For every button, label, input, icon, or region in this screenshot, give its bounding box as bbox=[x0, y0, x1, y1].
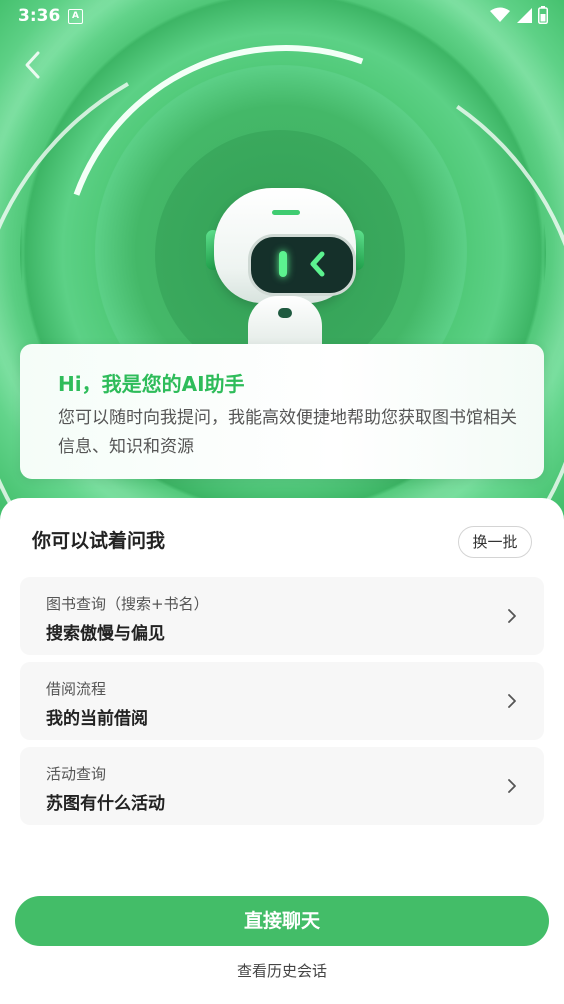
view-history-link[interactable]: 查看历史会话 bbox=[0, 960, 564, 981]
battery-icon bbox=[538, 6, 548, 24]
chevron-right-icon bbox=[508, 779, 516, 793]
robot-eye bbox=[310, 251, 325, 277]
suggestion-category: 借阅流程 bbox=[46, 680, 107, 698]
assistant-description: 您可以随时向我提问，我能高效便捷地帮助您获取图书馆相关信息、知识和资源 bbox=[58, 408, 517, 457]
robot-chest bbox=[278, 308, 292, 318]
suggestion-question: 我的当前借阅 bbox=[46, 709, 148, 729]
refresh-suggestions-button[interactable]: 换一批 bbox=[458, 526, 532, 558]
chevron-right-icon bbox=[508, 609, 516, 623]
status-time: 3:36 bbox=[18, 6, 61, 26]
wifi-icon bbox=[490, 7, 510, 22]
chevron-left-icon bbox=[25, 51, 40, 79]
suggestion-question: 搜索傲慢与偏见 bbox=[46, 624, 165, 644]
robot-face bbox=[248, 234, 356, 296]
chevron-right-icon bbox=[508, 694, 516, 708]
signal-icon bbox=[517, 8, 532, 23]
robot-eye bbox=[279, 251, 287, 277]
start-chat-button[interactable]: 直接聊天 bbox=[15, 896, 549, 946]
back-button[interactable] bbox=[18, 48, 48, 82]
suggestion-item[interactable]: 活动查询 苏图有什么活动 bbox=[20, 747, 544, 825]
assistant-greeting: Hi，我是您的AI助手 bbox=[58, 372, 245, 396]
suggestion-item[interactable]: 借阅流程 我的当前借阅 bbox=[20, 662, 544, 740]
suggestion-category: 活动查询 bbox=[46, 765, 107, 783]
notification-icon: A bbox=[68, 9, 83, 24]
suggestion-item[interactable]: 图书查询（搜索+书名） 搜索傲慢与偏见 bbox=[20, 577, 544, 655]
suggestion-question: 苏图有什么活动 bbox=[46, 794, 165, 814]
status-icons bbox=[490, 6, 548, 24]
assistant-intro-card: Hi，我是您的AI助手 您可以随时向我提问，我能高效便捷地帮助您获取图书馆相关信… bbox=[20, 344, 544, 479]
status-bar: 3:36 A bbox=[0, 0, 564, 32]
suggestion-category: 图书查询（搜索+书名） bbox=[46, 595, 209, 613]
robot-mascot bbox=[200, 188, 370, 358]
suggestions-title: 你可以试着问我 bbox=[32, 530, 166, 552]
robot-head bbox=[214, 188, 356, 303]
